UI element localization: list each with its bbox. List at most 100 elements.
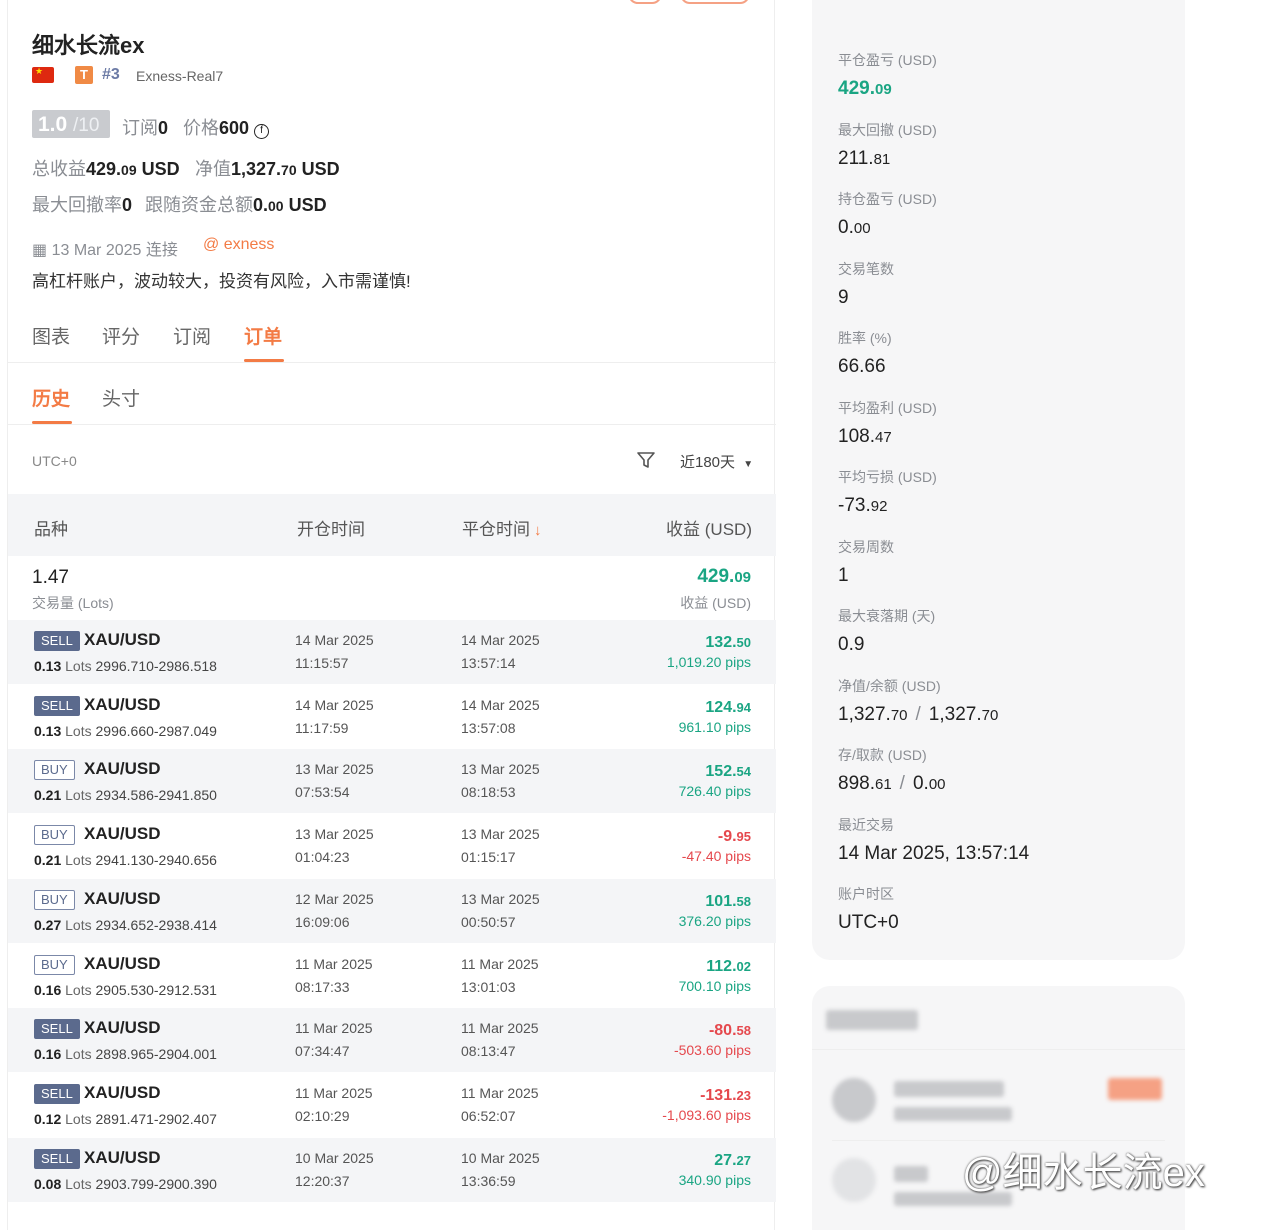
side-badge: BUY: [34, 889, 75, 910]
blurred-name: [894, 1166, 928, 1182]
open-date: 11 Mar 2025: [295, 1084, 373, 1101]
table-row[interactable]: BUY XAU/USD 0.16 Lots 2905.530-2912.531 11 …: [8, 944, 776, 1008]
lots-info: 0.12 Lots 2891.471-2902.407: [34, 1110, 217, 1127]
open-date: 14 Mar 2025: [295, 696, 374, 713]
stats-card: 平仓盈亏 (USD) 429.09 最大回撤 (USD) 211.81 持仓盈亏 (US…: [812, 0, 1185, 960]
profit: 152.54: [705, 763, 751, 781]
range-select[interactable]: 近180天 ▼: [680, 451, 753, 472]
open-time: 08:17:33: [295, 978, 350, 995]
side-badge: SELL: [34, 695, 80, 716]
lots-info: 0.21 Lots 2934.586-2941.850: [34, 787, 217, 804]
side-badge: SELL: [34, 1019, 80, 1040]
stat-value: 14 Mar 2025, 13:57:14: [838, 842, 1030, 864]
table-header: 品种 开仓时间 平仓时间 ↓ 收益 (USD): [8, 494, 776, 556]
stat-value: 429.09: [838, 78, 892, 99]
profit: 132.50: [705, 634, 751, 651]
pips: -47.40 pips: [681, 848, 751, 865]
open-date: 10 Mar 2025: [295, 1149, 374, 1166]
top-decoration[interactable]: [680, 0, 750, 4]
coin-icon: f: [254, 124, 270, 139]
close-date: 11 Mar 2025: [461, 1020, 539, 1037]
avatar: [832, 1158, 876, 1202]
filter-icon[interactable]: [636, 450, 656, 475]
symbol: XAU/USD: [84, 759, 161, 779]
stat-label: 交易周数: [838, 538, 894, 555]
header-close-time[interactable]: 平仓时间 ↓: [462, 515, 542, 540]
header-symbol[interactable]: 品种: [34, 515, 68, 540]
table-row[interactable]: SELL XAU/USD 0.08 Lots 2903.799-2900.390 10…: [8, 1137, 776, 1202]
divider: [8, 362, 776, 363]
max-drawdown-rate: 最大回撤率0: [32, 195, 133, 215]
profit: 27.27: [714, 1151, 751, 1169]
stat-label: 净值/余额 (USD): [838, 677, 941, 694]
close-date: 14 Mar 2025: [461, 696, 540, 713]
stat-value: 1: [838, 564, 849, 586]
table-row[interactable]: SELL XAU/USD 0.13 Lots 2996.660-2987.049 14…: [8, 685, 776, 749]
table-row[interactable]: SELL XAU/USD 0.16 Lots 2898.965-2904.001 11…: [8, 1008, 776, 1073]
open-date: 12 Mar 2025: [295, 890, 374, 907]
stat-label: 交易笔数: [838, 260, 894, 277]
score-max: /10: [73, 115, 100, 136]
table-row[interactable]: SELL XAU/USD 0.12 Lots 2891.471-2902.407 11…: [8, 1073, 776, 1137]
pips: 376.20 pips: [678, 912, 751, 929]
close-date: 13 Mar 2025: [461, 761, 540, 778]
caret-down-icon: ▼: [743, 459, 754, 470]
summary-pnl: 429.09: [697, 566, 751, 587]
open-time: 02:10:29: [295, 1107, 350, 1124]
symbol: XAU/USD: [84, 953, 161, 973]
top-decoration: [628, 0, 662, 4]
watermark: @细水长流ex: [962, 1151, 1205, 1195]
timezone-label: UTC+0: [32, 453, 77, 469]
profit: -80.58: [708, 1022, 751, 1040]
open-time: 12:20:37: [295, 1172, 350, 1189]
table-row[interactable]: SELL XAU/USD 0.13 Lots 2996.710-2986.518 14…: [8, 620, 776, 684]
open-time: 01:04:23: [295, 849, 350, 866]
open-time: 07:34:47: [295, 1043, 350, 1060]
open-date: 13 Mar 2025: [295, 761, 374, 778]
side-badge: SELL: [34, 1083, 80, 1104]
blurred-follow-button[interactable]: [1108, 1078, 1162, 1100]
tab-orders[interactable]: 订单: [244, 322, 282, 349]
open-date: 11 Mar 2025: [295, 955, 373, 972]
open-date: 13 Mar 2025: [295, 826, 374, 843]
header-profit[interactable]: 收益 (USD): [666, 515, 752, 540]
side-badge: BUY: [34, 760, 75, 781]
subtab-positions[interactable]: 头寸: [102, 384, 140, 411]
stat-label: 胜率 (%): [838, 330, 892, 346]
close-time: 13:36:59: [461, 1172, 516, 1189]
table-row[interactable]: BUY XAU/USD 0.27 Lots 2934.652-2938.414 12 …: [8, 878, 776, 943]
tab-subscribe[interactable]: 订阅: [173, 322, 211, 349]
open-time: 11:15:57: [295, 655, 349, 671]
total-profit: 总收益429.09 USD: [32, 159, 180, 179]
close-time: 08:18:53: [461, 784, 516, 801]
tab-chart[interactable]: 图表: [32, 322, 70, 349]
pips: 340.90 pips: [678, 1171, 751, 1188]
stat-label: 持仓盈亏 (USD): [838, 191, 937, 207]
open-date: 11 Mar 2025: [295, 1020, 373, 1037]
close-date: 13 Mar 2025: [461, 890, 540, 907]
stat-value: 108.47: [838, 425, 892, 447]
score-value: 1.0: [38, 113, 68, 136]
close-date: 14 Mar 2025: [461, 632, 540, 648]
china-flag-icon: [32, 66, 54, 83]
stat-value: UTC+0: [838, 912, 899, 933]
table-row[interactable]: BUY XAU/USD 0.21 Lots 2934.586-2941.850 13 …: [8, 749, 776, 814]
close-time: 00:50:57: [461, 913, 516, 930]
stat-label: 最近交易: [838, 816, 894, 833]
summary-lots: 1.47: [32, 567, 69, 588]
price: 价格600 f: [183, 114, 270, 140]
stat-value: 0.9: [838, 634, 865, 655]
tab-score[interactable]: 评分: [102, 322, 140, 349]
stat-label: 最大衰落期 (天): [838, 608, 936, 624]
broker-link[interactable]: @ exness: [203, 236, 274, 254]
summary-pnl-label: 收益 (USD): [680, 595, 751, 611]
subtab-history[interactable]: 历史: [32, 384, 70, 411]
close-time: 06:52:07: [461, 1107, 516, 1124]
stat-value: 1,327.70/1,327.70: [838, 703, 999, 725]
header-open-time[interactable]: 开仓时间: [297, 515, 365, 540]
rank: #3: [102, 66, 120, 83]
profit: 124.94: [705, 698, 751, 716]
table-row[interactable]: BUY XAU/USD 0.21 Lots 2941.130-2940.656 13 …: [8, 814, 776, 878]
equity: 净值1,327.70 USD: [195, 159, 340, 179]
symbol: XAU/USD: [84, 694, 161, 714]
